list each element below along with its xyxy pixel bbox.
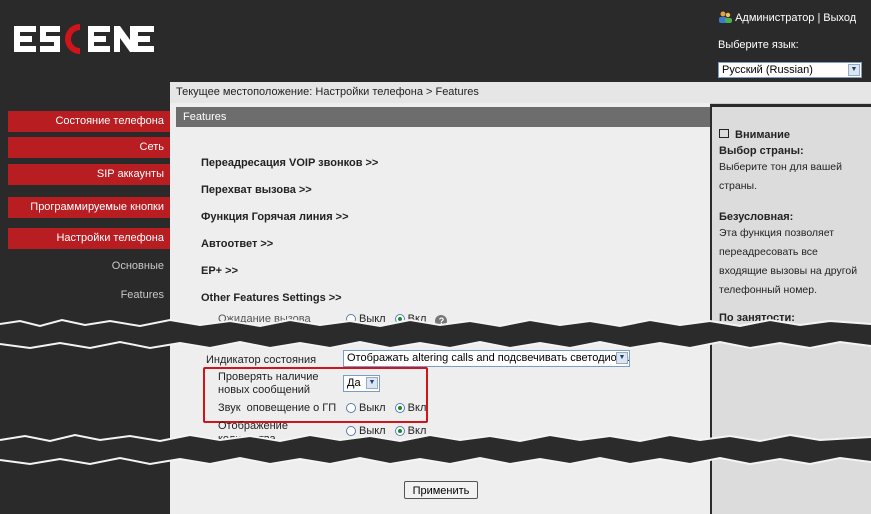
link-voip-forwarding[interactable]: Переадресация VOIP звонков >> [201, 157, 378, 169]
sidebar-item-phone-settings[interactable]: Настройки телефона [8, 228, 170, 249]
status-indicator-label: Индикатор состояния [206, 354, 317, 366]
breadcrumb: Текущее местоположение: Настройки телефо… [176, 86, 479, 98]
country-text: Выберите тон для вашей страны. [719, 161, 842, 192]
chevron-down-icon: ▼ [366, 377, 378, 389]
chevron-down-icon: ▼ [616, 352, 628, 364]
user-bar: Администратор | Выход [718, 11, 856, 24]
link-auto-answer[interactable]: Автоответ >> [201, 238, 273, 250]
user-name[interactable]: Администратор [735, 12, 814, 24]
sidebar-item-sip-accounts[interactable]: SIP аккаунты [8, 164, 170, 185]
chevron-down-icon: ▼ [848, 64, 860, 76]
sidebar-item-network[interactable]: Сеть [8, 137, 170, 158]
status-indicator-select[interactable]: Отображать altering calls and подсвечива… [343, 350, 630, 367]
language-label: Выберите язык: [718, 39, 799, 51]
separator: | [817, 12, 821, 24]
escene-logo [14, 24, 154, 54]
apply-button[interactable]: Применить [404, 481, 478, 499]
vm-sound-radio-group: Выкл Вкл [346, 402, 432, 414]
section-title: Features [176, 107, 710, 127]
vm-sound-off-radio[interactable] [346, 403, 356, 413]
torn-divider [0, 318, 871, 350]
check-messages-select[interactable]: Да ▼ [343, 375, 380, 392]
torn-divider-2 [0, 433, 871, 466]
vm-sound-on-radio[interactable] [394, 403, 405, 413]
vm-sound-on-label: Вкл [407, 402, 427, 414]
check-messages-value: Да [347, 377, 361, 389]
link-hotline[interactable]: Функция Горячая линия >> [201, 211, 349, 223]
help-panel-footer [712, 466, 871, 514]
vm-sound-off-label: Выкл [359, 402, 386, 414]
users-icon [718, 11, 732, 23]
link-ep-plus[interactable]: EP+ >> [201, 265, 238, 277]
unconditional-text: Эта функция позволяет переадресовать все… [719, 227, 858, 296]
sidebar-item-phone-status[interactable]: Состояние телефона [8, 111, 170, 132]
check-messages-label: Проверять наличие новых сообщений [218, 371, 319, 396]
sidebar-subitem-basic[interactable]: Основные [8, 256, 170, 277]
language-select[interactable]: Русский (Russian) ▼ [718, 62, 862, 78]
status-indicator-value: Отображать altering calls and подсвечива… [347, 352, 630, 364]
help-panel-continued [712, 350, 871, 438]
link-call-pickup[interactable]: Перехват вызова >> [201, 184, 312, 196]
link-other-features[interactable]: Other Features Settings >> [201, 292, 342, 304]
language-select-value: Русский (Russian) [722, 64, 813, 76]
logout-link[interactable]: Выход [823, 12, 856, 24]
sidebar-item-programmable-keys[interactable]: Программируемые кнопки [8, 197, 170, 218]
vm-sound-label: Звук оповещение о ГП [218, 402, 337, 414]
info-icon [719, 129, 729, 138]
sidebar-subitem-features[interactable]: Features [8, 285, 170, 306]
